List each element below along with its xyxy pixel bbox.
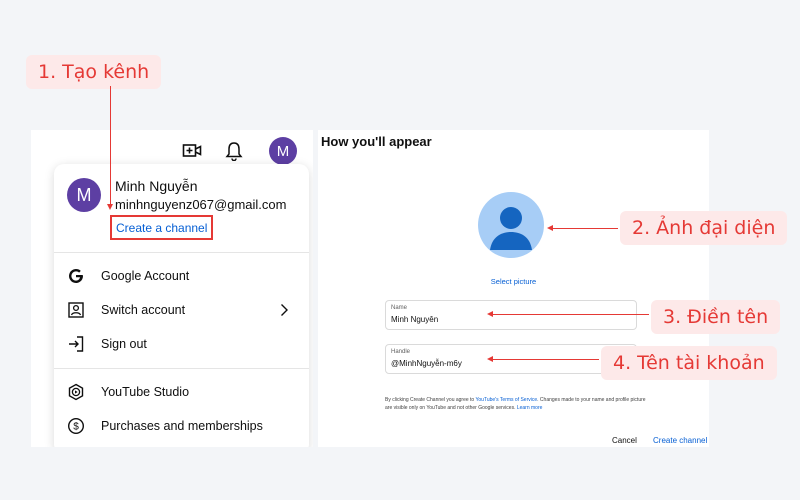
divider <box>54 252 309 253</box>
create-channel-button[interactable]: Create channel <box>653 436 707 445</box>
annotation-arrow <box>547 225 618 231</box>
select-picture-link[interactable]: Select picture <box>318 277 709 286</box>
menu-item-label: YouTube Studio <box>101 385 190 399</box>
annotation-step-4: 4. Tên tài khoản <box>601 346 777 380</box>
disclaimer-text: By clicking Create Channel you agree to <box>385 397 476 403</box>
create-channel-dialog: How you'll appear Select picture Name Mi… <box>318 130 709 447</box>
switch-account-icon <box>66 300 86 320</box>
annotation-arrow <box>107 86 113 210</box>
chevron-right-icon <box>279 303 289 317</box>
divider <box>54 368 309 369</box>
menu-item-label: Purchases and memberships <box>101 419 263 433</box>
youtube-studio-icon <box>66 382 86 402</box>
create-video-icon[interactable] <box>181 140 203 162</box>
person-icon <box>490 207 532 250</box>
svg-text:$: $ <box>73 422 79 433</box>
account-menu-dropdown: M Minh Nguyễn minhnguyenz067@gmail.com C… <box>54 164 309 447</box>
cancel-button[interactable]: Cancel <box>612 436 637 445</box>
name-field-label: Name <box>391 305 408 311</box>
menu-item-switch-account[interactable]: Switch account <box>54 295 309 325</box>
dialog-title: How you'll appear <box>321 134 432 149</box>
menu-item-label: Switch account <box>101 303 186 317</box>
create-channel-link[interactable]: Create a channel <box>110 215 214 240</box>
menu-item-label: Google Account <box>101 269 190 283</box>
terms-disclaimer: By clicking Create Channel you agree to … <box>385 396 647 412</box>
annotation-arrow <box>487 311 649 317</box>
account-avatar-button[interactable]: M <box>269 137 297 165</box>
notifications-bell-icon[interactable] <box>223 139 245 163</box>
annotation-step-1: 1. Tạo kênh <box>26 55 162 89</box>
sign-out-icon <box>66 334 86 354</box>
annotation-step-3: 3. Điền tên <box>651 300 781 334</box>
youtube-account-menu-screenshot: M M Minh Nguyễn minhnguyenz067@gmail.com… <box>31 130 313 447</box>
handle-field-label: Handle <box>391 349 411 355</box>
annotation-step-2: 2. Ảnh đại diện <box>620 211 788 245</box>
dollar-icon: $ <box>66 416 86 436</box>
menu-item-sign-out[interactable]: Sign out <box>54 329 309 359</box>
name-field[interactable]: Name Minh Nguyên <box>385 300 637 330</box>
terms-of-service-link[interactable]: YouTube's Terms of Service <box>476 397 538 403</box>
annotation-arrow <box>487 356 599 362</box>
menu-item-youtube-studio[interactable]: YouTube Studio <box>54 377 309 407</box>
name-field-value: Minh Nguyên <box>391 315 439 324</box>
handle-field-value: @MinhNguyễn-m6y <box>391 359 462 368</box>
learn-more-link[interactable]: Learn more <box>517 405 543 411</box>
menu-item-purchases[interactable]: $ Purchases and memberships <box>54 411 309 441</box>
profile-picture-placeholder[interactable] <box>478 192 544 258</box>
menu-item-google-account[interactable]: Google Account <box>54 261 309 291</box>
avatar: M <box>67 178 101 212</box>
google-icon <box>66 266 86 286</box>
menu-item-label: Sign out <box>101 337 147 351</box>
user-name: Minh Nguyễn <box>115 178 198 194</box>
user-email: minhnguyenz067@gmail.com <box>115 197 287 212</box>
